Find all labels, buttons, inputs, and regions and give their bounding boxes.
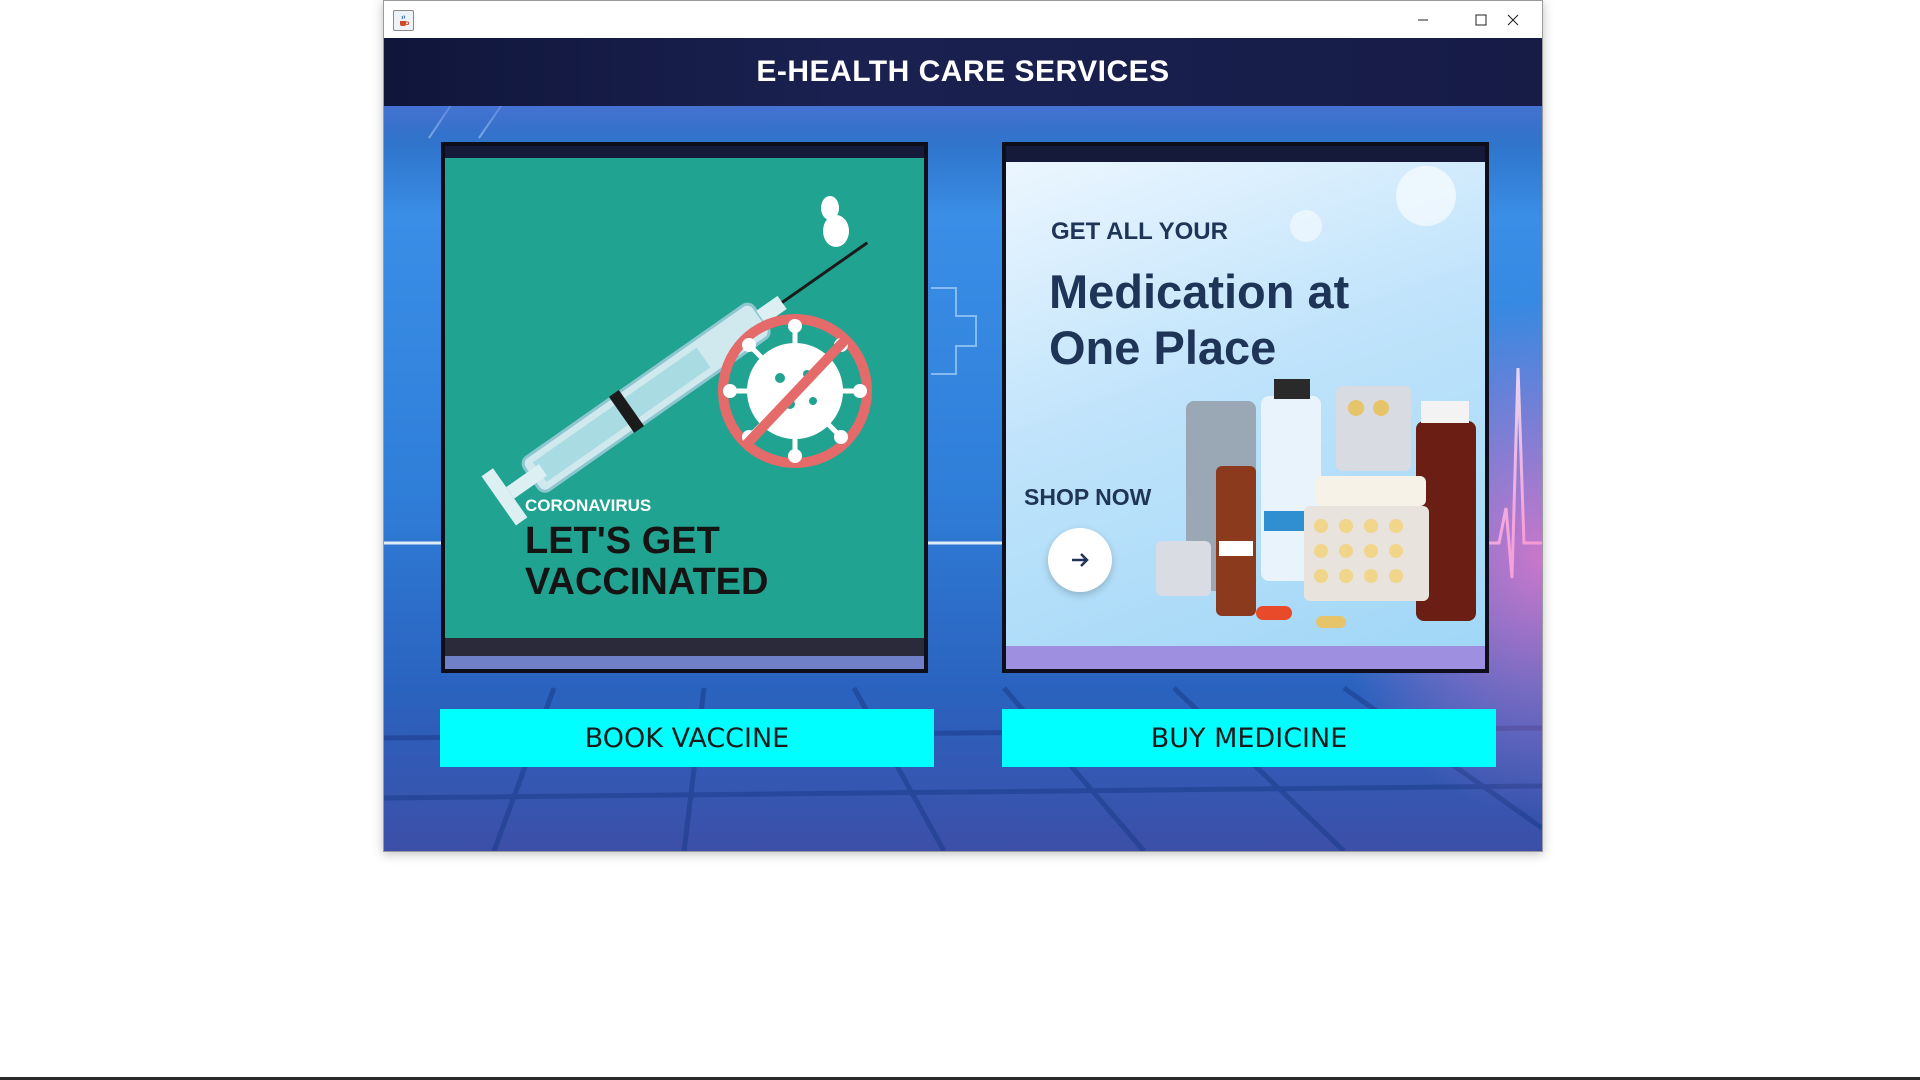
book-vaccine-button[interactable]: BOOK VACCINE	[440, 709, 934, 767]
buy-medicine-button[interactable]: BUY MEDICINE	[1002, 709, 1496, 767]
shop-now-label: SHOP NOW	[1024, 484, 1152, 510]
vaccine-headline: LET'S GET VACCINATED	[525, 520, 769, 603]
vaccine-poster: CORONAVIRUS LET'S GET VACCINATED	[441, 142, 928, 673]
header-glow	[384, 106, 1542, 146]
page-title: E-HEALTH CARE SERVICES	[756, 55, 1170, 88]
minimize-icon[interactable]	[1394, 1, 1452, 38]
header-bar: E-HEALTH CARE SERVICES	[384, 38, 1542, 106]
medicine-kicker: GET ALL YOUR	[1051, 218, 1228, 245]
close-icon[interactable]	[1484, 1, 1542, 38]
app-window: E-HEALTH CARE SERVICES CORONAVIRUS LET'S…	[383, 0, 1543, 852]
main-panel: E-HEALTH CARE SERVICES CORONAVIRUS LET'S…	[384, 38, 1542, 851]
java-cup-icon	[393, 10, 414, 31]
arrow-right-icon	[1048, 528, 1112, 592]
title-bar[interactable]	[384, 1, 1542, 38]
medicine-poster: GET ALL YOUR Medication at One Place SHO…	[1002, 142, 1489, 673]
medicine-headline: Medication at One Place	[1049, 265, 1350, 374]
vaccine-kicker: CORONAVIRUS	[525, 496, 652, 515]
